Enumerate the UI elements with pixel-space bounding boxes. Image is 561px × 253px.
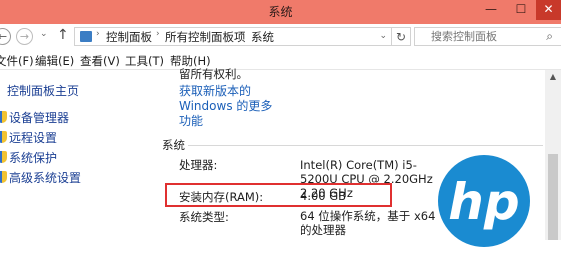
section-title-system: 系统 [162, 138, 185, 152]
vertical-scrollbar[interactable]: ▲ [545, 70, 561, 240]
address-bar: ← → ⌄ ↑ › 控制面板 › 所有控制面板项 › 系统 ⌄ ↻ ⌕ [0, 24, 561, 51]
refresh-button[interactable]: ↻ [392, 27, 411, 46]
get-new-windows-link[interactable]: 获取新版本的 Windows 的更多功能 [179, 84, 279, 129]
ram-value: 4.00 GB [300, 189, 347, 203]
sidebar-item-label[interactable]: 设备管理器 [9, 109, 69, 126]
menu-edit[interactable]: 编辑(E) [35, 53, 74, 69]
breadcrumb-all-items[interactable]: 所有控制面板项 [165, 29, 246, 45]
maximize-button[interactable]: ☐ [506, 0, 536, 20]
control-panel-icon [80, 31, 92, 42]
shield-icon [0, 151, 7, 163]
shield-icon [0, 171, 7, 183]
search-icon[interactable]: ⌕ [546, 29, 553, 44]
copyright-text: 留所有权利。 [179, 67, 248, 81]
breadcrumb-system[interactable]: 系统 [251, 29, 274, 45]
recent-locations-chevron-down-icon[interactable]: ⌄ [40, 29, 48, 39]
breadcrumb-control-panel[interactable]: 控制面板 [106, 29, 152, 45]
hp-logo: hp [438, 155, 530, 247]
breadcrumb-separator[interactable]: › [241, 29, 245, 39]
close-button[interactable]: ✕ [536, 0, 561, 20]
forward-button[interactable]: → [16, 28, 33, 45]
sidebar: 控制面板主页 设备管理器 远程设置 系统保护 高级系统设置 [0, 70, 160, 240]
shield-icon [0, 111, 7, 123]
system-type-value: 64 位操作系统，基于 x64 的处理器 [300, 209, 436, 237]
back-button[interactable]: ← [0, 28, 11, 45]
up-button[interactable]: ↑ [57, 27, 69, 43]
control-panel-home-link[interactable]: 控制面板主页 [7, 82, 79, 99]
scrollbar-thumb[interactable] [548, 154, 558, 240]
breadcrumb[interactable]: › 控制面板 › 所有控制面板项 › 系统 ⌄ [74, 27, 392, 46]
hp-logo-text: hp [448, 173, 519, 231]
section-divider [188, 145, 543, 146]
menu-view[interactable]: 查看(V) [80, 53, 120, 69]
search-input[interactable] [415, 28, 549, 45]
breadcrumb-separator[interactable]: › [156, 29, 160, 39]
menu-tools[interactable]: 工具(T) [125, 53, 164, 69]
minimize-button[interactable]: — [476, 0, 506, 20]
sidebar-item-label[interactable]: 远程设置 [9, 129, 57, 146]
menu-file[interactable]: 文件(F) [0, 53, 34, 69]
processor-label: 处理器: [179, 158, 218, 172]
breadcrumb-separator[interactable]: › [96, 29, 100, 39]
shield-icon [0, 131, 7, 143]
ram-label: 安装内存(RAM): [179, 190, 264, 204]
title-bar: 系统 — ☐ ✕ [0, 0, 561, 24]
sidebar-item-label[interactable]: 系统保护 [9, 149, 57, 166]
scroll-up-icon[interactable]: ▲ [545, 70, 561, 84]
system-type-label: 系统类型: [179, 210, 229, 224]
search-box[interactable]: ⌕ [414, 27, 561, 46]
sidebar-item-label[interactable]: 高级系统设置 [9, 169, 81, 186]
address-chevron-down-icon[interactable]: ⌄ [379, 31, 387, 41]
menu-bar: 文件(F) 编辑(E) 查看(V) 工具(T) 帮助(H) [0, 51, 561, 70]
